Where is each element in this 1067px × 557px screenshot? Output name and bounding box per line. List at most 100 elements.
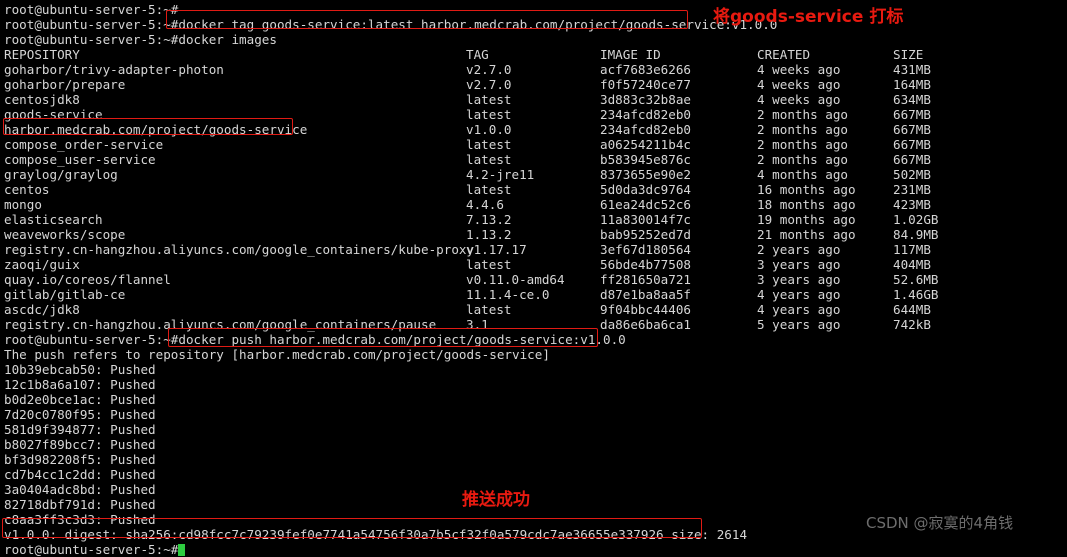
table-row: registry.cn-hangzhou.aliyuncs.com/google… <box>4 317 1067 332</box>
images-table-header: REPOSITORY TAG IMAGE ID CREATED SIZE <box>4 47 1067 62</box>
cell-image-id: 9f04bbc44406 <box>600 302 691 317</box>
cell-size: 404MB <box>893 257 931 272</box>
cell-created: 4 weeks ago <box>757 62 841 77</box>
cell-created: 4 years ago <box>757 302 841 317</box>
docker-images-command: docker images <box>178 32 277 47</box>
cell-tag: v1.0.0 <box>466 122 512 137</box>
cell-image-id: ff281650a721 <box>600 272 691 287</box>
push-layer-line: 82718dbf791d: Pushed <box>4 497 156 512</box>
cell-created: 4 months ago <box>757 167 848 182</box>
cell-size: 634MB <box>893 92 931 107</box>
cell-image-id: 8373655e90e2 <box>600 167 691 182</box>
cell-size: 164MB <box>893 77 931 92</box>
terminal-line-docker-tag: root@ubuntu-server-5:~#docker tag goods-… <box>4 17 1067 32</box>
cell-repository: weaveworks/scope <box>4 227 126 242</box>
shell-prompt: root@ubuntu-server-5:~# <box>4 32 179 47</box>
table-row: elasticsearch 7.13.2 11a830014f7c 19 mon… <box>4 212 1067 227</box>
cell-repository: harbor.medcrab.com/project/goods-service <box>4 122 308 137</box>
header-size: SIZE <box>893 47 924 62</box>
cell-size: 667MB <box>893 107 931 122</box>
cell-image-id: d87e1ba8aa5f <box>600 287 691 302</box>
cell-created: 5 years ago <box>757 317 841 332</box>
table-row: goods-service latest 234afcd82eb0 2 mont… <box>4 107 1067 122</box>
cell-repository: gitlab/gitlab-ce <box>4 287 126 302</box>
cell-created: 19 months ago <box>757 212 856 227</box>
cell-created: 2 months ago <box>757 152 848 167</box>
table-row: gitlab/gitlab-ce 11.1.4-ce.0 d87e1ba8aa5… <box>4 287 1067 302</box>
table-row: weaveworks/scope 1.13.2 bab95252ed7d 21 … <box>4 227 1067 242</box>
push-refers-line: The push refers to repository [harbor.me… <box>4 347 550 362</box>
terminal-line-prompt: root@ubuntu-server-5:~# <box>4 2 1067 17</box>
annotation-tag-note: 将goods-service 打标 <box>713 7 904 27</box>
cell-tag: latest <box>466 257 512 272</box>
cell-tag: v0.11.0-amd64 <box>466 272 565 287</box>
cell-size: 1.46GB <box>893 287 939 302</box>
cell-size: 423MB <box>893 197 931 212</box>
cell-size: 52.6MB <box>893 272 939 287</box>
table-row: centosjdk8 latest 3d883c32b8ae 4 weeks a… <box>4 92 1067 107</box>
cell-created: 21 months ago <box>757 227 856 242</box>
header-image-id: IMAGE ID <box>600 47 661 62</box>
cell-repository: graylog/graylog <box>4 167 118 182</box>
cell-tag: v1.17.17 <box>466 242 527 257</box>
table-row: compose_order-service latest a06254211b4… <box>4 137 1067 152</box>
cell-image-id: acf7683e6266 <box>600 62 691 77</box>
cell-image-id: 11a830014f7c <box>600 212 691 227</box>
annotation-push-note: 推送成功 <box>462 490 530 510</box>
push-layer-line: 581d9f394877: Pushed <box>4 422 156 437</box>
terminal-line-docker-images: root@ubuntu-server-5:~#docker images <box>4 32 1067 47</box>
cell-size: 644MB <box>893 302 931 317</box>
cell-size: 231MB <box>893 182 931 197</box>
shell-prompt: root@ubuntu-server-5:~# <box>4 542 179 557</box>
cell-size: 667MB <box>893 137 931 152</box>
cell-size: 117MB <box>893 242 931 257</box>
cell-image-id: 3ef67d180564 <box>600 242 691 257</box>
cell-tag: 4.4.6 <box>466 197 504 212</box>
shell-prompt: root@ubuntu-server-5:~# <box>4 17 179 32</box>
terminal-line-final-prompt: root@ubuntu-server-5:~# <box>4 542 1067 557</box>
push-layer-line: 12c1b8a6a107: Pushed <box>4 377 156 392</box>
cell-image-id: 234afcd82eb0 <box>600 107 691 122</box>
cell-image-id: 61ea24dc52c6 <box>600 197 691 212</box>
text-cursor[interactable] <box>178 544 186 556</box>
cell-image-id: 56bde4b77508 <box>600 257 691 272</box>
table-row: compose_user-service latest b583945e876c… <box>4 152 1067 167</box>
cell-tag: 7.13.2 <box>466 212 512 227</box>
cell-repository: elasticsearch <box>4 212 103 227</box>
cell-repository: registry.cn-hangzhou.aliyuncs.com/google… <box>4 317 437 332</box>
cell-created: 2 years ago <box>757 242 841 257</box>
cell-repository: centosjdk8 <box>4 92 80 107</box>
cell-repository: ascdc/jdk8 <box>4 302 80 317</box>
table-row: zaoqi/guix latest 56bde4b77508 3 years a… <box>4 257 1067 272</box>
cell-repository: mongo <box>4 197 42 212</box>
header-created: CREATED <box>757 47 811 62</box>
cell-size: 431MB <box>893 62 931 77</box>
cell-tag: latest <box>466 302 512 317</box>
cell-image-id: bab95252ed7d <box>600 227 691 242</box>
push-layer-line: 10b39ebcab50: Pushed <box>4 362 156 377</box>
cell-created: 2 months ago <box>757 107 848 122</box>
cell-tag: 4.2-jre11 <box>466 167 535 182</box>
cell-tag: latest <box>466 137 512 152</box>
cell-created: 3 years ago <box>757 257 841 272</box>
push-layer-line: b0d2e0bce1ac: Pushed <box>4 392 156 407</box>
terminal-window[interactable]: root@ubuntu-server-5:~# root@ubuntu-serv… <box>0 0 1067 557</box>
table-row: quay.io/coreos/flannel v0.11.0-amd64 ff2… <box>4 272 1067 287</box>
cell-tag: v2.7.0 <box>466 77 512 92</box>
cell-tag: latest <box>466 92 512 107</box>
cell-created: 4 weeks ago <box>757 77 841 92</box>
cell-created: 4 years ago <box>757 287 841 302</box>
table-row: goharbor/prepare v2.7.0 f0f57240ce77 4 w… <box>4 77 1067 92</box>
push-layer-line: b8027f89bcc7: Pushed <box>4 437 156 452</box>
cell-image-id: a06254211b4c <box>600 137 691 152</box>
cell-image-id: 5d0da3dc9764 <box>600 182 691 197</box>
cell-tag: v2.7.0 <box>466 62 512 77</box>
docker-push-command: docker push harbor.medcrab.com/project/g… <box>178 332 626 347</box>
terminal-line-docker-push: root@ubuntu-server-5:~#docker push harbo… <box>4 332 1067 347</box>
cell-image-id: f0f57240ce77 <box>600 77 691 92</box>
cell-created: 4 weeks ago <box>757 92 841 107</box>
cell-size: 1.02GB <box>893 212 939 227</box>
cell-tag: latest <box>466 152 512 167</box>
csdn-watermark: CSDN @寂寞的4角钱 <box>866 514 1014 532</box>
cell-repository: compose_user-service <box>4 152 156 167</box>
